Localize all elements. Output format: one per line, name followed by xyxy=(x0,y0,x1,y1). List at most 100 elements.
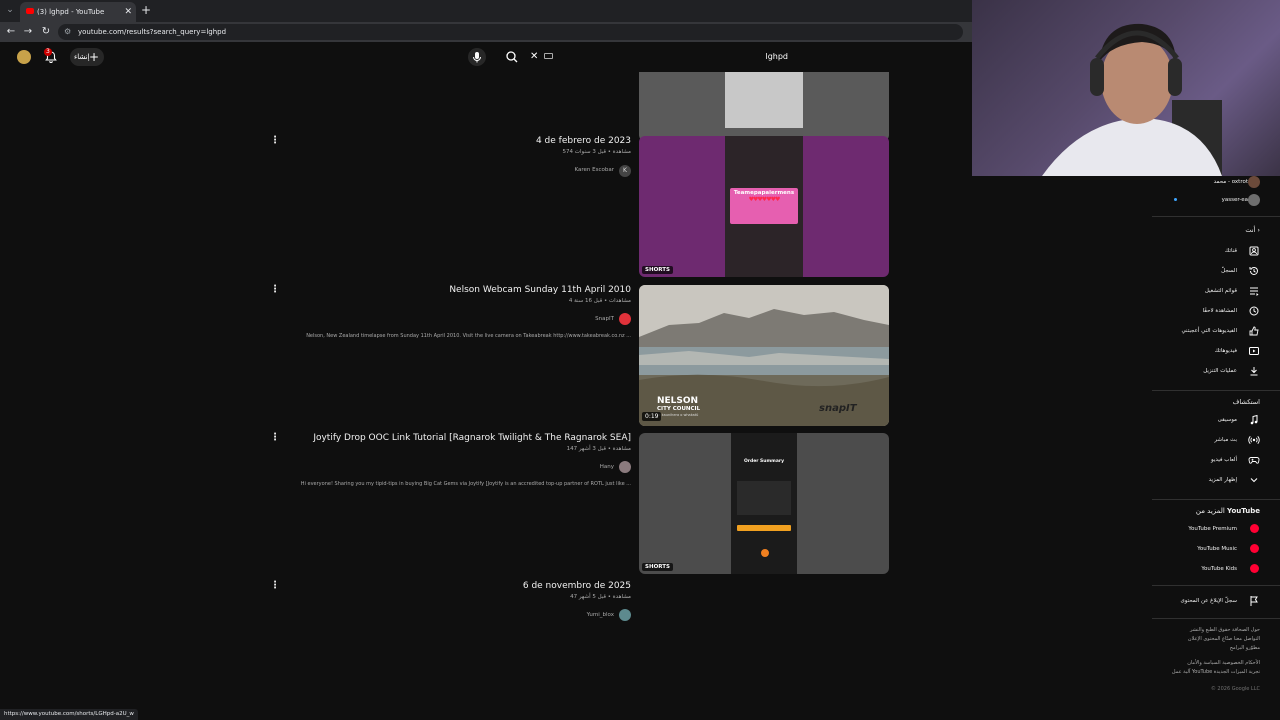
sidebar-item[interactable]: المشاهدة لاحقًا xyxy=(1152,303,1280,319)
more-actions-icon[interactable]: ⋮ xyxy=(270,284,280,296)
flag-icon xyxy=(1250,596,1258,606)
video-title[interactable]: Joytify Drop OOC Link Tutorial [Ragnarok… xyxy=(313,433,631,443)
video-title[interactable]: Nelson Webcam Sunday 11th April 2010 xyxy=(449,285,631,295)
back-arrow-icon[interactable]: ← xyxy=(4,25,18,39)
clear-search-icon[interactable]: ✕ xyxy=(530,50,538,64)
sidebar-item-label: YouTube Music xyxy=(1197,546,1237,552)
video-description: Nelson, New Zealand timelapse from Sunda… xyxy=(306,333,631,339)
browser-tab[interactable]: (3) lghpd - YouTube ✕ xyxy=(20,2,136,22)
live-dot-icon xyxy=(1174,198,1177,201)
footer-links[interactable]: حول الصحافة حقوق الطبع والنشر التواصل مع… xyxy=(1150,626,1260,653)
youtube-app-logo-icon xyxy=(1250,544,1259,553)
more-actions-icon[interactable]: ⋮ xyxy=(270,432,280,444)
sidebar-item[interactable]: YouTube Music xyxy=(1152,541,1280,557)
channel-avatar[interactable] xyxy=(619,313,631,325)
sidebar-item[interactable]: إظهار المزيد xyxy=(1152,472,1280,488)
sidebar-item[interactable]: قوائم التشغيل xyxy=(1152,283,1280,299)
video-meta: 147 مشاهدة • قبل 3 أشهر xyxy=(566,446,631,452)
order-summary-title: Order Summary xyxy=(743,459,785,464)
youtube-masthead: 3 + إنشاء ✕ lghpd xyxy=(0,42,972,72)
create-button[interactable]: + إنشاء xyxy=(70,48,104,66)
history-icon xyxy=(1249,266,1258,275)
shorts-badge: SHORTS xyxy=(642,266,673,274)
thumbnail-text: Teamepapaiermens xyxy=(733,190,795,196)
search-results-list: ⋮ 4 de febrero de 2023 574 مشاهدة • قبل … xyxy=(0,72,972,712)
site-info-icon[interactable]: ⚙ xyxy=(64,25,71,39)
sidebar-item[interactable]: YouTube Premium xyxy=(1152,521,1280,537)
url-text: youtube.com/results?search_query=lghpd xyxy=(78,28,227,36)
more-actions-icon[interactable]: ⋮ xyxy=(270,135,280,147)
sidebar-item[interactable]: الفيديوهات التي أعجبتني xyxy=(1152,323,1280,339)
report-history-item[interactable]: سجلّ الإبلاغ عن المحتوى xyxy=(1152,593,1280,609)
video-description: Hi everyone! Sharing you my tipid-tips i… xyxy=(300,481,631,487)
sidebar-item-label: ألعاب فيديو xyxy=(1210,457,1237,463)
channel-name[interactable]: Yumi_blox xyxy=(587,612,614,618)
sidebar-item[interactable]: موسيقى xyxy=(1152,412,1280,428)
shorts-badge: SHORTS xyxy=(642,563,673,571)
more-from-youtube-heading: المزيد من YouTube xyxy=(1195,507,1260,515)
screen: ⌄ (3) lghpd - YouTube ✕ + ← → ↻ ⚙ youtub… xyxy=(0,0,1280,720)
more-actions-icon[interactable]: ⋮ xyxy=(270,580,280,592)
channel-avatar[interactable]: K xyxy=(619,165,631,177)
sidebar-item[interactable]: بث مباشر xyxy=(1152,432,1280,448)
you-section-heading[interactable]: أنت › xyxy=(1245,226,1260,234)
sidebar-item-label: السجلّ xyxy=(1221,268,1237,274)
sidebar-item[interactable]: فيديوهاتك xyxy=(1152,343,1280,359)
music-note-icon xyxy=(1250,414,1258,425)
sidebar-item-label: YouTube Premium xyxy=(1188,526,1237,532)
plus-icon: + xyxy=(88,50,99,64)
channel-name[interactable]: Karen Escobar xyxy=(575,167,615,173)
sidebar-item[interactable]: السجلّ xyxy=(1152,263,1280,279)
sidebar-item-label: بث مباشر xyxy=(1214,437,1237,443)
youtube-app-logo-icon xyxy=(1250,524,1259,533)
sidebar-item-label: الفيديوهات التي أعجبتني xyxy=(1181,328,1237,334)
sidebar-item-label: فيديوهاتك xyxy=(1214,348,1237,354)
sidebar-item[interactable]: عمليات التنزيل xyxy=(1152,363,1280,379)
video-thumbnail[interactable]: Order Summary SHORTS xyxy=(639,433,889,574)
chevron-down-icon xyxy=(1250,478,1258,483)
sidebar-item-label: المشاهدة لاحقًا xyxy=(1202,308,1237,314)
sidebar-item-label: قوائم التشغيل xyxy=(1204,288,1237,294)
sidebar-item[interactable]: YouTube Kids xyxy=(1152,561,1280,577)
keyboard-icon[interactable] xyxy=(544,53,553,59)
link-status-bar: https://www.youtube.com/shorts/LGHpd-a2U… xyxy=(0,709,138,720)
live-icon xyxy=(1248,435,1260,445)
divider xyxy=(1152,216,1280,217)
thumbnail-frame: Teamepapaiermens ♥♥♥♥♥♥♥ xyxy=(725,136,803,277)
video-thumbnail[interactable] xyxy=(639,72,889,141)
account-avatar[interactable] xyxy=(17,50,31,64)
clock-icon xyxy=(1249,306,1259,316)
close-tab-icon[interactable]: ✕ xyxy=(124,5,132,19)
guide-sidebar: محمد - oxtrot yasser-ea أنت › قناتك السجل… xyxy=(1152,176,1280,696)
sidebar-item-label: عمليات التنزيل xyxy=(1203,368,1237,374)
sidebar-item-label: YouTube Kids xyxy=(1201,566,1237,572)
video-thumbnail[interactable]: NELSON CITY COUNCIL te kaunihera o whaka… xyxy=(639,285,889,426)
sidebar-item[interactable]: ألعاب فيديو xyxy=(1152,452,1280,468)
gamepad-icon xyxy=(1248,457,1260,464)
video-title[interactable]: 4 de febrero de 2023 xyxy=(536,136,631,146)
video-title[interactable]: 6 de novembro de 2025 xyxy=(523,581,631,591)
video-thumbnail[interactable]: Teamepapaiermens ♥♥♥♥♥♥♥ SHORTS xyxy=(639,136,889,277)
subscription-item[interactable]: yasser-ea xyxy=(1152,192,1280,208)
download-icon xyxy=(1250,367,1258,376)
channel-avatar[interactable] xyxy=(619,609,631,621)
tab-search-icon[interactable]: ⌄ xyxy=(3,3,17,17)
channel-name[interactable]: Hany xyxy=(600,464,614,470)
omnibox[interactable]: ⚙ youtube.com/results?search_query=lghpd xyxy=(58,24,963,40)
duration-badge: 0:19 xyxy=(642,412,662,421)
channel-name[interactable]: SnapIT xyxy=(595,316,614,322)
reload-icon[interactable]: ↻ xyxy=(39,25,53,39)
thumbnail-sticker: Teamepapaiermens ♥♥♥♥♥♥♥ xyxy=(730,188,798,224)
forward-arrow-icon[interactable]: → xyxy=(21,25,35,39)
sidebar-item[interactable]: قناتك xyxy=(1152,243,1280,259)
video-meta: 47 مشاهدة • قبل 5 أشهر xyxy=(570,594,631,600)
channel-avatar xyxy=(1248,176,1260,188)
new-tab-icon[interactable]: + xyxy=(141,3,151,17)
subscription-item[interactable]: محمد - oxtrot xyxy=(1152,174,1280,190)
voice-search-button[interactable] xyxy=(468,48,486,66)
snapit-watermark: snapIT xyxy=(819,403,857,414)
search-input[interactable]: ✕ lghpd xyxy=(526,48,798,66)
channel-avatar[interactable] xyxy=(619,461,631,473)
footer-policy-links[interactable]: الأحكام الخصوصية السياسة والأمان آلية عم… xyxy=(1150,659,1260,677)
search-button[interactable] xyxy=(502,48,522,66)
